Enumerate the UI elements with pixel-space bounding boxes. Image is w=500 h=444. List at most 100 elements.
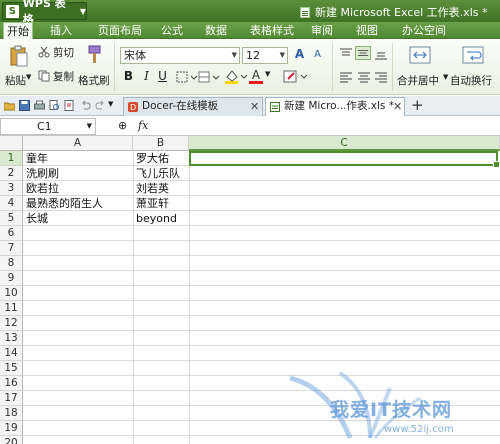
close-icon[interactable]: ✕ <box>393 98 402 115</box>
tab-home[interactable]: 开始 <box>3 22 33 39</box>
tab-label: Docer-在线模板 <box>142 100 219 112</box>
cell-b5[interactable]: beyond <box>133 211 189 226</box>
svg-text:D: D <box>130 103 136 112</box>
row-header[interactable]: 15 <box>0 361 23 376</box>
row-header[interactable]: 11 <box>0 301 23 316</box>
chevron-down-icon[interactable]: ▼ <box>108 100 113 108</box>
undo-icon[interactable] <box>80 100 91 111</box>
format-painter-button[interactable]: 格式刷 <box>78 43 110 91</box>
clear-format-icon[interactable] <box>282 69 312 84</box>
align-middle-icon[interactable] <box>355 46 371 60</box>
open-folder-icon[interactable] <box>4 100 15 111</box>
tab-insert[interactable]: 插入 <box>46 22 76 39</box>
save-icon[interactable] <box>19 100 30 111</box>
active-cell-c1[interactable] <box>189 151 500 168</box>
font-name-select[interactable]: 宋体 ▼ <box>120 47 240 64</box>
row-header[interactable]: 12 <box>0 316 23 331</box>
align-bottom-icon[interactable] <box>374 48 388 60</box>
cell-a3[interactable]: 欧若拉 <box>23 181 133 196</box>
bold-button[interactable]: B <box>121 69 136 84</box>
column-header-c[interactable]: C <box>189 136 500 151</box>
row-header[interactable]: 13 <box>0 331 23 346</box>
grow-font-button[interactable]: A <box>292 47 307 62</box>
row-header[interactable]: 14 <box>0 346 23 361</box>
row-header[interactable]: 18 <box>0 406 23 421</box>
close-icon[interactable]: ✕ <box>250 98 259 115</box>
tab-table-style[interactable]: 表格样式 <box>245 22 299 39</box>
tab-label: 新建 Micro...作表.xls * <box>284 100 394 112</box>
align-left-icon[interactable] <box>339 71 353 83</box>
border-icon[interactable] <box>176 71 198 83</box>
row-header[interactable]: 10 <box>0 286 23 301</box>
tab-office-space[interactable]: 办公空间 <box>397 22 451 39</box>
docer-icon: D <box>128 102 138 112</box>
cell-b1[interactable]: 罗大佑 <box>133 151 189 166</box>
tab-view[interactable]: 视图 <box>353 22 381 39</box>
brush-icon <box>88 45 101 63</box>
print-icon[interactable] <box>34 100 45 111</box>
tab-data[interactable]: 数据 <box>202 22 230 39</box>
row-header[interactable]: 2 <box>0 166 23 181</box>
print-preview-icon[interactable] <box>49 100 60 111</box>
row-header[interactable]: 1 <box>0 151 23 166</box>
cut-button[interactable]: 剪切 <box>36 45 78 60</box>
insert-function-button[interactable]: fx <box>138 119 148 132</box>
row-header[interactable]: 8 <box>0 256 23 271</box>
font-color-button[interactable]: A ▼ <box>249 68 273 84</box>
row-header[interactable]: 4 <box>0 196 23 211</box>
row-header[interactable]: 5 <box>0 211 23 226</box>
row-header[interactable]: 16 <box>0 376 23 391</box>
align-center-icon[interactable] <box>357 71 371 83</box>
grid-line <box>23 240 500 241</box>
italic-button[interactable]: I <box>139 69 154 84</box>
cell-b3[interactable]: 刘若英 <box>133 181 189 196</box>
select-all-corner[interactable] <box>0 136 23 151</box>
format-painter-label: 格式刷 <box>78 75 110 87</box>
ribbon: 粘贴 ▼ 剪切 复制 格式刷 宋体 ▼ 12 ▼ A A B I U A ▼ 合… <box>0 39 500 95</box>
row-header[interactable]: 19 <box>0 421 23 436</box>
zoom-icon[interactable]: ⊕ <box>118 119 127 132</box>
scissors-icon <box>38 46 50 58</box>
row-header[interactable]: 20 <box>0 436 23 444</box>
menu-bar: 开始 插入 页面布局 公式 数据 表格样式 审阅 视图 办公空间 <box>0 22 500 39</box>
new-tab-button[interactable]: + <box>411 97 424 114</box>
row-header[interactable]: 17 <box>0 391 23 406</box>
cell-b4[interactable]: 萧亚轩 <box>133 196 189 211</box>
cell-a1[interactable]: 童年 <box>23 151 133 166</box>
column-header-b[interactable]: B <box>133 136 189 151</box>
align-top-icon[interactable] <box>339 48 353 60</box>
copy-button[interactable]: 复制 <box>36 69 78 84</box>
underline-button[interactable]: U <box>155 69 170 84</box>
name-box[interactable]: C1 ▼ <box>0 118 96 135</box>
tab-docer-templates[interactable]: D Docer-在线模板 ✕ <box>123 97 263 116</box>
cell-style-icon[interactable] <box>198 71 220 83</box>
fill-color-icon[interactable] <box>224 69 248 84</box>
redo-icon[interactable] <box>95 100 106 111</box>
row-header[interactable]: 3 <box>0 181 23 196</box>
column-header-a[interactable]: A <box>23 136 133 151</box>
tab-page-layout[interactable]: 页面布局 <box>93 22 147 39</box>
font-size-select[interactable]: 12 ▼ <box>242 47 288 64</box>
export-pdf-icon[interactable] <box>64 100 75 111</box>
cell-b2[interactable]: 飞儿乐队 <box>133 166 189 181</box>
tab-current-workbook[interactable]: 新建 Micro...作表.xls * ✕ <box>265 97 405 116</box>
wrap-text-button[interactable]: 自动换行 <box>450 43 498 91</box>
name-box-value: C1 <box>37 120 52 133</box>
row-header[interactable]: 6 <box>0 226 23 241</box>
merge-center-button[interactable]: 合并居中 <box>395 43 445 91</box>
row-header[interactable]: 7 <box>0 241 23 256</box>
row-header[interactable]: 9 <box>0 271 23 286</box>
shrink-font-button[interactable]: A <box>310 47 325 62</box>
chevron-down-icon: ▼ <box>279 51 285 59</box>
cell-a4[interactable]: 最熟悉的陌生人 <box>23 196 133 211</box>
cell-a2[interactable]: 洗刷刷 <box>23 166 133 181</box>
cell-a5[interactable]: 长城 <box>23 211 133 226</box>
app-menu-button[interactable]: S WPS 表格 ▼ <box>2 0 87 26</box>
align-right-icon[interactable] <box>374 71 388 83</box>
tab-review[interactable]: 审阅 <box>308 22 336 39</box>
watermark-url: www.52ij.com <box>384 424 454 435</box>
paste-button[interactable]: 粘贴 <box>4 43 32 91</box>
wps-logo-icon: S <box>6 4 19 18</box>
merge-cells-icon <box>409 46 431 64</box>
tab-formulas[interactable]: 公式 <box>158 22 186 39</box>
